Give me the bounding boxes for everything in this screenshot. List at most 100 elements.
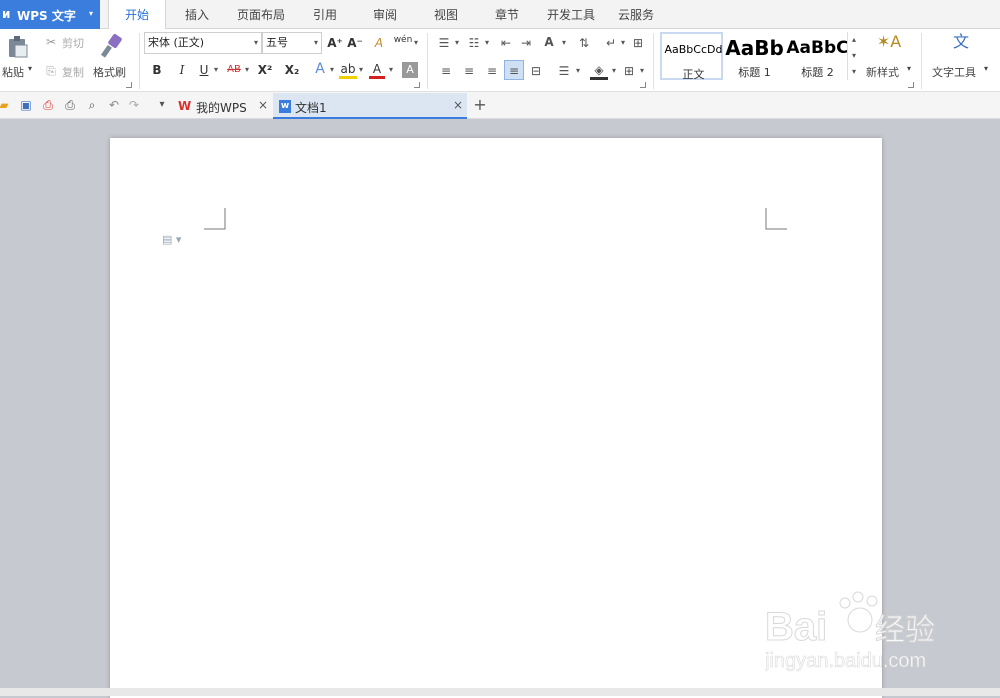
grow-font-icon[interactable]: A⁺ <box>327 35 343 51</box>
app-menu-button[interactable]: ᴎ WPS 文字 ▾ <box>0 0 100 29</box>
justify-icon[interactable]: ≡ <box>504 60 524 80</box>
style-heading-2[interactable]: AaBbC 标题 2 <box>786 32 849 80</box>
chevron-down-icon[interactable]: ▾ <box>619 35 627 51</box>
font-color-icon[interactable]: A <box>369 61 385 79</box>
subscript-icon[interactable]: X₂ <box>283 62 301 78</box>
style-normal[interactable]: AaBbCcDd 正文 <box>660 32 723 81</box>
tab-developer[interactable]: 开发工具 <box>542 0 600 29</box>
line-spacing-icon[interactable]: ☰ <box>556 63 572 79</box>
menu-bar: ᴎ WPS 文字 ▾ 开始 插入 页面布局 引用 审阅 视图 章节 开发工具 云… <box>0 0 1000 30</box>
align-left-icon[interactable]: ≡ <box>438 63 454 79</box>
paste-icon[interactable] <box>6 35 30 59</box>
change-case-icon[interactable]: A <box>540 34 558 50</box>
paste-button[interactable]: 粘贴 <box>2 64 24 80</box>
style-heading-1[interactable]: AaBb 标题 1 <box>723 32 786 80</box>
format-painter-icon[interactable] <box>100 33 124 59</box>
tab-references[interactable]: 引用 <box>304 0 346 29</box>
chevron-down-icon[interactable]: ▾ <box>560 35 568 51</box>
underline-icon[interactable]: U <box>197 62 211 78</box>
superscript-icon[interactable]: X² <box>256 62 274 78</box>
style-name: 标题 1 <box>738 66 771 79</box>
numbered-list-icon[interactable]: ☷ <box>465 35 483 51</box>
undo-icon[interactable]: ↶ <box>106 97 122 113</box>
pinyin-guide-icon[interactable]: wén <box>393 32 413 48</box>
chevron-down-icon[interactable]: ▾ <box>357 62 365 78</box>
font-name-select[interactable]: 宋体 (正文) ▾ <box>144 32 262 54</box>
highlight-icon[interactable]: ab <box>339 61 357 79</box>
tab-chapter[interactable]: 章节 <box>486 0 528 29</box>
paragraph-mark-icon[interactable]: ↵ <box>603 35 619 51</box>
style-sample: AaBbC <box>786 38 849 58</box>
clear-format-icon[interactable]: A <box>371 35 387 51</box>
align-center-icon[interactable]: ≡ <box>461 63 477 79</box>
tab-page-layout[interactable]: 页面布局 <box>232 0 290 29</box>
export-pdf-icon[interactable]: ⎙ <box>40 97 56 113</box>
customize-quick-access-icon[interactable]: ▾ <box>154 97 170 113</box>
table-grid-icon[interactable]: ⊞ <box>630 35 646 51</box>
doc-tab-my-wps[interactable]: W 我的WPS × <box>174 93 272 119</box>
paragraph-layout-icon[interactable]: ▤ ▾ <box>162 233 181 246</box>
chevron-down-icon[interactable]: ▾ <box>984 64 988 73</box>
text-tools-icon[interactable]: 文 <box>949 34 973 50</box>
italic-icon[interactable]: I <box>175 62 189 78</box>
chevron-down-icon[interactable]: ▾ <box>412 35 420 51</box>
char-shading-icon[interactable]: A <box>402 62 418 78</box>
baidu-jingyan-watermark: Bai 经验 jingyan.baidu.com <box>764 585 1000 675</box>
chevron-up-icon[interactable]: ▴ <box>848 32 860 48</box>
paragraph-dialog-launcher-icon[interactable] <box>640 82 646 88</box>
open-folder-icon[interactable]: ▰ <box>0 97 12 113</box>
watermark-logo: Bai 经验 jingyan.baidu.com <box>764 591 936 672</box>
decrease-indent-icon[interactable]: ⇤ <box>498 35 514 51</box>
tab-review[interactable]: 审阅 <box>364 0 406 29</box>
tab-cloud-service[interactable]: 云服务 <box>612 0 660 29</box>
strikethrough-icon[interactable]: AB <box>225 62 243 78</box>
expand-gallery-icon[interactable]: ▾ <box>848 64 860 80</box>
chevron-down-icon[interactable]: ▾ <box>483 35 491 51</box>
close-icon[interactable]: × <box>453 98 463 112</box>
wps-logo-icon: ᴎ <box>2 7 11 21</box>
redo-icon[interactable]: ↷ <box>126 97 142 113</box>
border-icon[interactable]: ⊞ <box>621 63 637 79</box>
sort-icon[interactable]: ⇅ <box>576 35 592 51</box>
doc-tab-document1[interactable]: w 文档1 × <box>273 93 467 119</box>
styles-dialog-launcher-icon[interactable] <box>908 82 914 88</box>
chevron-down-icon[interactable]: ▾ <box>907 64 911 73</box>
copy-button[interactable]: 复制 <box>62 64 84 80</box>
text-tools-button[interactable]: 文字工具 <box>932 64 976 80</box>
bullet-list-icon[interactable]: ☰ <box>435 35 453 51</box>
distributed-align-icon[interactable]: ⊟ <box>528 63 544 79</box>
close-icon[interactable]: × <box>258 98 268 112</box>
clipboard-dialog-launcher-icon[interactable] <box>126 82 132 88</box>
increase-indent-icon[interactable]: ⇥ <box>518 35 534 51</box>
print-icon[interactable]: ⎙ <box>62 97 78 113</box>
chevron-down-icon[interactable]: ▾ <box>638 63 646 79</box>
new-style-button[interactable]: 新样式 <box>866 64 899 80</box>
shading-icon[interactable]: ◈ <box>590 62 608 80</box>
svg-text:经验: 经验 <box>875 614 935 647</box>
tab-insert[interactable]: 插入 <box>174 0 220 29</box>
tab-home[interactable]: 开始 <box>108 0 166 30</box>
save-icon[interactable]: ▣ <box>18 97 34 113</box>
tab-view[interactable]: 视图 <box>425 0 467 29</box>
chevron-down-icon[interactable]: ▾ <box>453 35 461 51</box>
chevron-down-icon[interactable]: ▾ <box>328 62 336 78</box>
new-tab-icon[interactable]: + <box>472 97 488 113</box>
font-size-select[interactable]: 五号 ▾ <box>262 32 322 54</box>
style-gallery-scroll[interactable]: ▴ ▾ ▾ <box>847 32 859 80</box>
chevron-down-icon[interactable]: ▾ <box>610 63 618 79</box>
shrink-font-icon[interactable]: A⁻ <box>347 35 363 51</box>
align-right-icon[interactable]: ≡ <box>484 63 500 79</box>
chevron-down-icon[interactable]: ▾ <box>243 62 251 78</box>
chevron-down-icon[interactable]: ▾ <box>28 64 32 73</box>
chevron-down-icon[interactable]: ▾ <box>848 48 860 64</box>
cut-button[interactable]: 剪切 <box>62 35 84 51</box>
text-effect-icon[interactable]: A <box>312 61 328 77</box>
bold-icon[interactable]: B <box>150 62 164 78</box>
print-preview-icon[interactable]: ⌕ <box>84 97 100 113</box>
chevron-down-icon[interactable]: ▾ <box>387 62 395 78</box>
new-style-icon[interactable]: ✶A <box>876 34 902 50</box>
chevron-down-icon[interactable]: ▾ <box>212 62 220 78</box>
font-dialog-launcher-icon[interactable] <box>414 82 420 88</box>
chevron-down-icon[interactable]: ▾ <box>574 63 582 79</box>
format-painter-button[interactable]: 格式刷 <box>93 64 126 80</box>
